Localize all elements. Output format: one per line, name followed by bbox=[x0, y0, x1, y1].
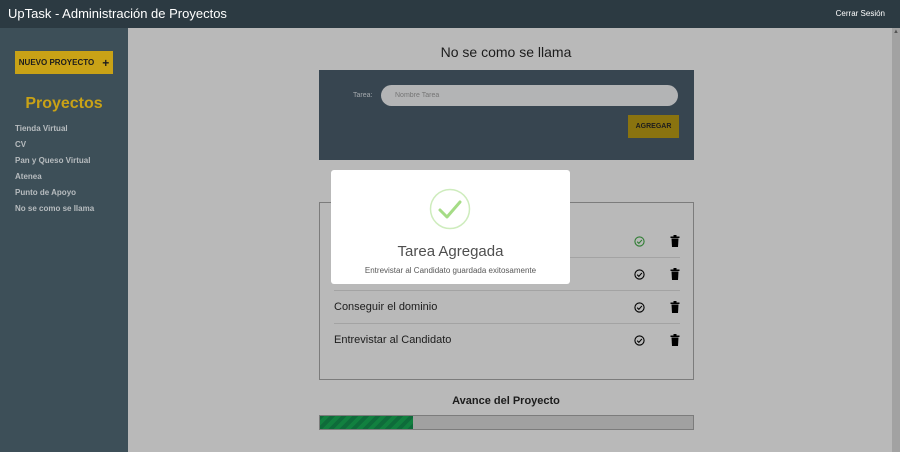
check-icon[interactable] bbox=[634, 236, 645, 247]
task-name-input[interactable] bbox=[381, 85, 678, 106]
app-title: UpTask - Administración de Proyectos bbox=[8, 6, 227, 21]
sidebar-item-project[interactable]: Tienda Virtual bbox=[15, 124, 94, 140]
sidebar-item-project[interactable]: Atenea bbox=[15, 172, 94, 188]
progress-fill bbox=[320, 416, 414, 429]
new-project-button[interactable]: NUEVO PROYECTO + bbox=[15, 51, 113, 74]
logout-link[interactable]: Cerrar Sesión bbox=[836, 9, 885, 18]
task-name: Conseguir el dominio bbox=[334, 301, 438, 313]
new-project-label: NUEVO PROYECTO bbox=[18, 58, 95, 67]
scroll-up-arrow-icon[interactable]: ▲ bbox=[892, 28, 900, 36]
success-modal: Tarea Agregada Entrevistar al Candidato … bbox=[331, 170, 570, 284]
trash-icon[interactable] bbox=[670, 301, 680, 313]
add-task-button[interactable]: AGREGAR bbox=[628, 115, 679, 138]
check-icon[interactable] bbox=[634, 269, 645, 280]
sidebar: NUEVO PROYECTO + Proyectos Tienda Virtua… bbox=[0, 28, 128, 452]
project-title: No se como se llama bbox=[440, 44, 572, 60]
trash-icon[interactable] bbox=[670, 268, 680, 280]
sidebar-item-project[interactable]: CV bbox=[15, 140, 94, 156]
trash-icon[interactable] bbox=[670, 235, 680, 247]
scrollbar[interactable]: ▲ bbox=[892, 28, 900, 452]
success-check-icon bbox=[429, 188, 471, 230]
task-form: Tarea: AGREGAR bbox=[319, 70, 694, 160]
task-input-label: Tarea: bbox=[353, 92, 373, 99]
task-row: Entrevistar al Candidato bbox=[334, 324, 680, 357]
sidebar-item-project[interactable]: Pan y Queso Virtual bbox=[15, 156, 94, 172]
top-bar: UpTask - Administración de Proyectos Cer… bbox=[0, 0, 900, 28]
check-icon[interactable] bbox=[634, 335, 645, 346]
task-name: Entrevistar al Candidato bbox=[334, 334, 452, 346]
progress-bar bbox=[319, 415, 694, 430]
sidebar-heading: Proyectos bbox=[25, 95, 103, 112]
plus-icon: + bbox=[102, 55, 110, 70]
progress-title: Avance del Proyecto bbox=[452, 395, 560, 407]
modal-message: Entrevistar al Candidato guardada exitos… bbox=[364, 266, 537, 275]
check-icon[interactable] bbox=[634, 302, 645, 313]
task-row: Conseguir el dominio bbox=[334, 291, 680, 324]
sidebar-item-project[interactable]: Punto de Apoyo bbox=[15, 188, 94, 204]
project-list: Tienda Virtual CV Pan y Queso Virtual At… bbox=[15, 124, 94, 220]
sidebar-item-project[interactable]: No se como se llama bbox=[15, 204, 94, 220]
trash-icon[interactable] bbox=[670, 334, 680, 346]
modal-title: Tarea Agregada bbox=[397, 243, 504, 260]
